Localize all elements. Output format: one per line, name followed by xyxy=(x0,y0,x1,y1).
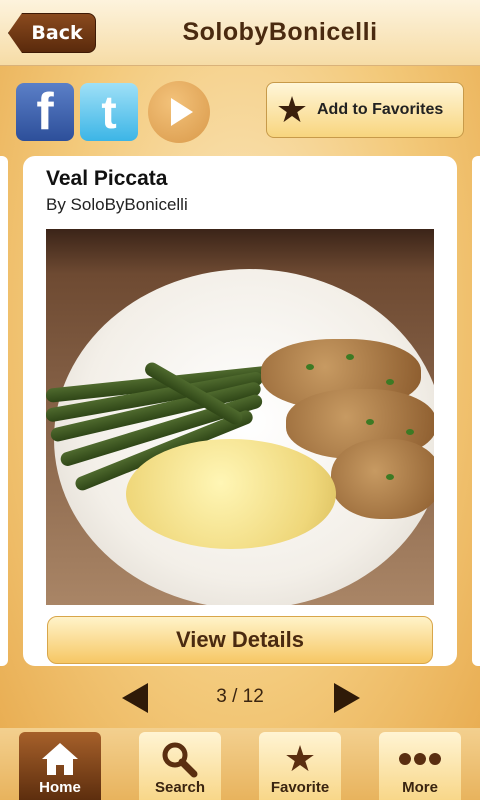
tab-favorite[interactable]: ★ Favorite xyxy=(259,732,341,800)
herb-image xyxy=(406,429,414,435)
twitter-glyph: t xyxy=(101,86,117,138)
tab-home[interactable]: Home xyxy=(19,732,101,800)
search-icon xyxy=(160,739,200,779)
add-to-favorites-label: Add to Favorites xyxy=(317,101,444,118)
tab-bar: Home Search ★ Favorite More xyxy=(0,728,480,800)
add-to-favorites-button[interactable]: ★ Add to Favorites xyxy=(266,82,464,138)
veal-image xyxy=(331,439,434,519)
view-details-button[interactable]: View Details xyxy=(47,616,433,664)
next-card-edge[interactable] xyxy=(472,156,480,666)
home-icon xyxy=(40,739,80,779)
recipe-photo xyxy=(46,229,434,605)
previous-card-edge[interactable] xyxy=(0,156,8,666)
tab-more-label: More xyxy=(402,779,438,796)
next-arrow-icon[interactable] xyxy=(334,683,360,713)
tab-search-label: Search xyxy=(154,779,206,796)
twitter-icon[interactable]: t xyxy=(80,83,138,141)
back-button[interactable]: Back xyxy=(8,13,96,53)
tab-home-label: Home xyxy=(39,779,81,796)
share-row: f t ★ Add to Favorites xyxy=(0,78,480,144)
tab-search[interactable]: Search xyxy=(139,732,221,800)
herb-image xyxy=(346,354,354,360)
star-icon: ★ xyxy=(275,89,309,131)
page-indicator: 3 / 12 xyxy=(216,686,264,707)
recipe-title: Veal Piccata xyxy=(46,167,168,190)
tab-more[interactable]: More xyxy=(379,732,461,800)
pager: 3 / 12 xyxy=(0,676,480,720)
view-details-label: View Details xyxy=(176,627,304,652)
facebook-icon[interactable]: f xyxy=(16,83,74,141)
recipe-author: By SoloByBonicelli xyxy=(46,195,188,214)
app-title: SolobyBonicelli xyxy=(182,18,378,46)
herb-image xyxy=(366,419,374,425)
play-icon[interactable] xyxy=(148,81,210,143)
mashed-potato-image xyxy=(126,439,336,549)
more-icon xyxy=(398,739,442,779)
star-icon: ★ xyxy=(283,738,317,780)
header-bar: Back SolobyBonicelli xyxy=(0,0,480,66)
tab-favorite-label: Favorite xyxy=(270,779,330,796)
previous-arrow-icon[interactable] xyxy=(122,683,148,713)
herb-image xyxy=(386,379,394,385)
recipe-card: Veal Piccata By SoloByBonicelli View Det… xyxy=(23,156,457,666)
herb-image xyxy=(306,364,314,370)
herb-image xyxy=(386,474,394,480)
back-button-label: Back xyxy=(31,22,83,44)
facebook-glyph: f xyxy=(36,83,54,141)
